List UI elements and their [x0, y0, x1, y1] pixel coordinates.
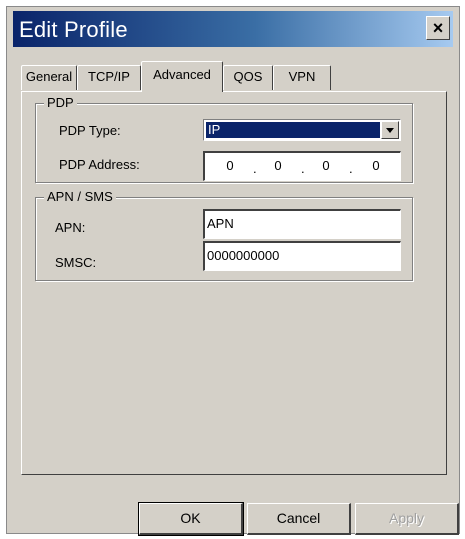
tab-vpn[interactable]: VPN [273, 65, 331, 90]
close-button[interactable]: × [426, 16, 450, 40]
tab-general[interactable]: General [21, 65, 77, 90]
pdp-address-field[interactable]: 0 . 0 . 0 . 0 [203, 151, 401, 181]
pdp-address-octet-4[interactable]: 0 [365, 153, 387, 179]
pdp-type-value: IP [206, 122, 380, 138]
pdp-type-select[interactable]: IP [203, 119, 401, 141]
pdp-address-octet-3[interactable]: 0 [315, 153, 337, 179]
pdp-address-label: PDP Address: [59, 157, 140, 172]
window-title: Edit Profile [19, 17, 128, 42]
apply-button[interactable]: Apply [355, 503, 459, 535]
edit-profile-dialog: Edit Profile × General TCP/IP Advanced Q… [6, 6, 460, 536]
chevron-down-icon[interactable] [381, 121, 399, 139]
ok-button[interactable]: OK [138, 502, 244, 536]
close-icon: × [432, 18, 444, 38]
tab-tcpip[interactable]: TCP/IP [77, 65, 141, 90]
pdp-address-octet-1[interactable]: 0 [219, 153, 241, 179]
apn-field[interactable]: APN [203, 209, 401, 239]
pdp-group-label: PDP [44, 95, 77, 110]
pdp-type-label: PDP Type: [59, 123, 121, 138]
apn-label: APN: [55, 220, 86, 235]
cancel-button[interactable]: Cancel [247, 503, 351, 535]
tab-qos[interactable]: QOS [223, 65, 273, 90]
ip-separator-dot: . [349, 161, 353, 176]
tab-advanced[interactable]: Advanced [141, 61, 223, 92]
smsc-field[interactable]: 0000000000 [203, 241, 401, 271]
ip-separator-dot: . [253, 161, 257, 176]
title-bar[interactable]: Edit Profile × [13, 11, 453, 47]
pdp-address-octet-2[interactable]: 0 [267, 153, 289, 179]
apn-sms-group-label: APN / SMS [44, 189, 116, 204]
smsc-label: SMSC: [55, 255, 97, 270]
ip-separator-dot: . [301, 161, 305, 176]
